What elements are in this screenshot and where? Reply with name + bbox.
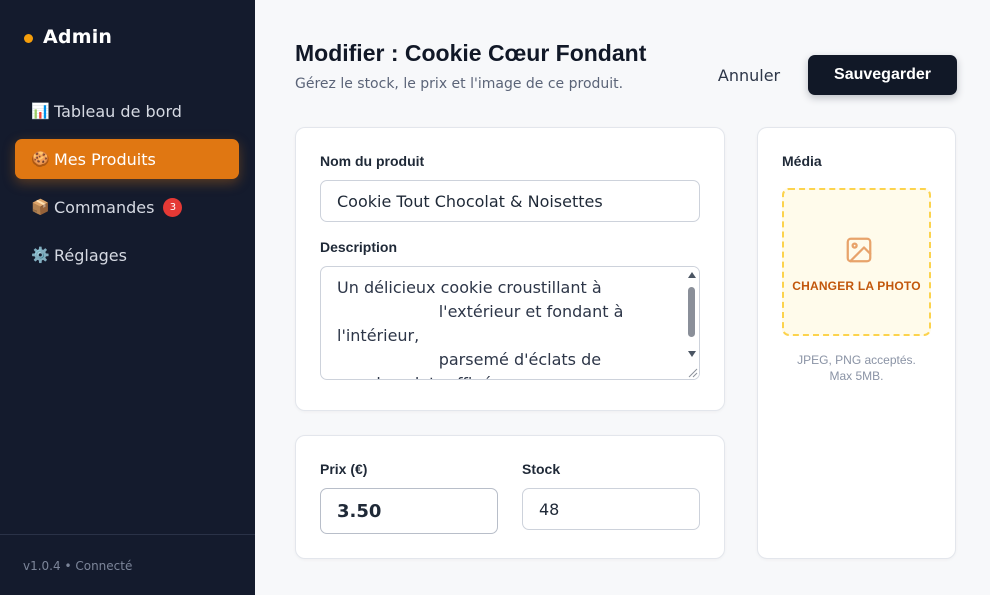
page-title: Modifier : Cookie Cœur Fondant: [295, 40, 647, 66]
package-icon: 📦: [31, 198, 50, 216]
description-scrollbar[interactable]: [685, 267, 699, 379]
price-value: 3.50: [337, 500, 382, 522]
photo-dropzone[interactable]: CHANGER LA PHOTO: [782, 188, 931, 336]
price-label: Prix (€): [320, 461, 368, 477]
sidebar-item-label: Réglages: [54, 245, 127, 265]
scroll-thumb[interactable]: [688, 287, 695, 337]
save-button[interactable]: Sauvegarder: [808, 55, 957, 95]
image-icon: [846, 237, 872, 263]
sidebar-item-dashboard[interactable]: 📊 Tableau de bord: [15, 91, 239, 131]
chart-icon: 📊: [31, 102, 50, 120]
brand-name: Admin: [43, 26, 113, 48]
sidebar-item-label: Commandes: [54, 197, 155, 217]
stock-value: 48: [539, 499, 560, 519]
media-hint-formats: JPEG, PNG acceptés.: [797, 353, 916, 367]
sidebar-divider: [0, 534, 255, 535]
scroll-down-icon[interactable]: [688, 351, 696, 357]
sidebar-item-settings[interactable]: ⚙️ Réglages: [15, 235, 239, 275]
brand-dot-icon: [24, 33, 33, 43]
cancel-button[interactable]: Annuler: [708, 55, 790, 95]
gear-icon: ⚙️: [31, 246, 50, 264]
sidebar-item-products[interactable]: 🍪 Mes Produits: [15, 139, 239, 179]
product-name-input[interactable]: Cookie Tout Chocolat & Noisettes: [320, 180, 700, 222]
resize-grip-icon[interactable]: [686, 366, 698, 378]
sidebar-item-label: Tableau de bord: [54, 101, 182, 121]
media-hint: JPEG, PNG acceptés. Max 5MB.: [782, 352, 931, 384]
change-photo-label: CHANGER LA PHOTO: [792, 279, 921, 293]
sidebar: Admin 📊 Tableau de bord 🍪 Mes Produits 📦…: [0, 0, 255, 595]
description-label: Description: [320, 239, 398, 255]
media-hint-size: Max 5MB.: [829, 369, 884, 383]
product-name-value: Cookie Tout Chocolat & Noisettes: [337, 191, 603, 211]
scroll-up-icon[interactable]: [688, 272, 696, 278]
cookie-icon: 🍪: [31, 150, 50, 168]
media-label: Média: [782, 153, 822, 169]
orders-count-badge: 3: [163, 197, 183, 217]
product-name-label: Nom du produit: [320, 153, 425, 169]
version-status: v1.0.4 • Connecté: [23, 559, 133, 573]
stock-input[interactable]: 48: [522, 488, 700, 530]
brand: Admin: [24, 26, 112, 48]
sidebar-item-orders[interactable]: 📦 Commandes 3: [15, 187, 239, 227]
sidebar-item-label: Mes Produits: [54, 149, 156, 169]
price-input[interactable]: 3.50: [320, 488, 498, 534]
stock-label: Stock: [522, 461, 561, 477]
description-value: Un délicieux cookie croustillant à l'ext…: [337, 278, 624, 379]
page-subtitle: Gérez le stock, le prix et l'image de ce…: [295, 76, 624, 92]
description-textarea[interactable]: Un délicieux cookie croustillant à l'ext…: [320, 266, 700, 380]
